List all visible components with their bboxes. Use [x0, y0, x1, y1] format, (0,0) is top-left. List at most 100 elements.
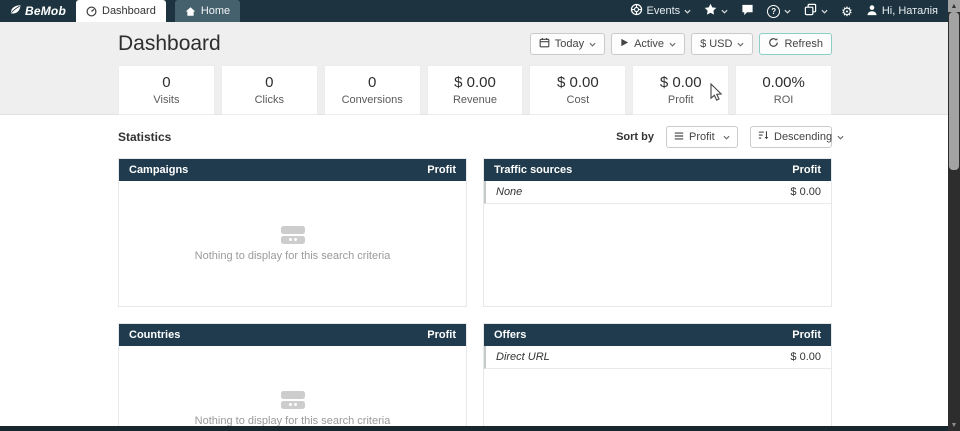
dashboard-hero: Dashboard Today: [0, 22, 960, 115]
chevron-down-icon: [589, 41, 596, 48]
currency-button[interactable]: $ USD: [691, 33, 753, 55]
refresh-button[interactable]: Refresh: [759, 33, 832, 55]
chat-button[interactable]: [741, 3, 754, 19]
panel-value-header: Profit: [427, 329, 456, 341]
metric-card-roi: 0.00% ROI: [735, 65, 832, 115]
panel-header: Countries Profit: [119, 324, 466, 346]
settings-button[interactable]: ⚙: [841, 5, 853, 18]
list-icon: [674, 131, 684, 144]
empty-inbox-icon: [281, 226, 305, 244]
metric-label: Visits: [153, 94, 179, 106]
panel-title: Campaigns: [129, 164, 188, 176]
table-row[interactable]: None $ 0.00: [484, 181, 831, 204]
date-range-button[interactable]: Today: [530, 33, 605, 55]
scroll-down-arrow-icon[interactable]: ▼: [948, 419, 960, 431]
table-row[interactable]: Direct URL $ 0.00: [484, 346, 831, 369]
panel-value-header: Profit: [427, 164, 456, 176]
chevron-down-icon: [684, 8, 691, 15]
refresh-label: Refresh: [784, 38, 823, 50]
user-greeting: Hi, Наталія: [882, 5, 938, 17]
help-menu[interactable]: ?: [767, 5, 791, 18]
panel-header: Traffic sources Profit: [484, 159, 831, 181]
panel-title: Countries: [129, 329, 180, 341]
metric-value: $ 0.00: [454, 74, 496, 91]
currency-label: $ USD: [700, 38, 732, 50]
metric-card-profit: $ 0.00 Profit: [632, 65, 729, 115]
workspaces-menu[interactable]: [804, 3, 828, 19]
chevron-down-icon: [784, 8, 791, 15]
panel-offers: Offers Profit Direct URL $ 0.00: [483, 323, 832, 431]
status-filter-button[interactable]: Active: [611, 33, 685, 55]
vertical-scrollbar[interactable]: ▲ ▼: [948, 0, 960, 431]
events-lifering-icon: [630, 3, 643, 19]
empty-inbox-icon: [281, 391, 305, 409]
chat-bubble-icon: [741, 3, 754, 19]
home-icon: [185, 6, 196, 17]
panel-body: Direct URL $ 0.00: [484, 346, 831, 431]
tab-dashboard[interactable]: Dashboard: [76, 0, 166, 22]
panel-header: Offers Profit: [484, 324, 831, 346]
tab-bar: Dashboard Home: [76, 0, 249, 22]
metric-value: 0: [265, 74, 273, 91]
empty-state-text: Nothing to display for this search crite…: [195, 415, 391, 427]
events-menu[interactable]: Events: [630, 3, 692, 19]
dashboard-controls: Today Active: [530, 33, 832, 55]
refresh-icon: [768, 37, 779, 51]
panel-traffic-sources: Traffic sources Profit None $ 0.00: [483, 158, 832, 307]
sort-by-label: Sort by: [616, 131, 654, 143]
metric-value: $ 0.00: [557, 74, 599, 91]
metric-label: Conversions: [342, 94, 403, 106]
sort-field-value: Profit: [689, 131, 718, 143]
topbar-right: Events ?: [630, 0, 960, 22]
layers-icon: [804, 3, 817, 19]
sort-direction-select[interactable]: Descending: [750, 126, 832, 148]
panel-countries: Countries Profit Nothing to display for …: [118, 323, 467, 431]
panel-value-header: Profit: [792, 164, 821, 176]
sort-controls: Sort by Profit Desce: [616, 126, 832, 148]
chevron-down-icon: [669, 41, 676, 48]
tab-dashboard-label: Dashboard: [102, 5, 156, 17]
user-menu[interactable]: Hi, Наталія: [866, 4, 938, 19]
app-window: BeMob Dashboard Home Events: [0, 0, 960, 431]
play-icon: [620, 38, 629, 50]
chevron-down-icon: [821, 8, 828, 15]
tab-home[interactable]: Home: [175, 0, 240, 22]
empty-state: Nothing to display for this search crite…: [119, 346, 466, 431]
panel-header: Campaigns Profit: [119, 159, 466, 181]
date-range-label: Today: [555, 38, 584, 50]
row-name: Direct URL: [496, 351, 550, 363]
dashboard-gauge-icon: [86, 6, 97, 17]
metric-label: Cost: [567, 94, 590, 106]
metric-card-visits: 0 Visits: [118, 65, 215, 115]
sort-direction-value: Descending: [774, 131, 832, 143]
panel-value-header: Profit: [792, 329, 821, 341]
favorites-menu[interactable]: [704, 3, 728, 19]
panel-title: Traffic sources: [494, 164, 572, 176]
metric-value: 0: [162, 74, 170, 91]
bemob-logo-icon: [9, 3, 22, 19]
sort-field-select[interactable]: Profit: [666, 126, 738, 148]
help-icon: ?: [767, 5, 780, 18]
sort-descending-icon: [758, 130, 769, 144]
events-label: Events: [647, 5, 681, 17]
page-title: Dashboard: [118, 32, 221, 56]
metric-value: $ 0.00: [660, 74, 702, 91]
metric-card-cost: $ 0.00 Cost: [529, 65, 626, 115]
bottom-bar: [0, 426, 948, 431]
user-icon: [866, 4, 878, 19]
chevron-down-icon: [721, 8, 728, 15]
tab-home-label: Home: [201, 5, 230, 17]
statistics-title: Statistics: [118, 130, 171, 144]
metric-label: Profit: [668, 94, 694, 106]
empty-state-text: Nothing to display for this search crite…: [195, 250, 391, 262]
bemob-logo[interactable]: BeMob: [0, 0, 76, 22]
panel-campaigns: Campaigns Profit Nothing to display for …: [118, 158, 467, 307]
scrollbar-thumb[interactable]: [949, 12, 959, 170]
chevron-down-icon: [723, 134, 730, 141]
panel-body: None $ 0.00: [484, 181, 831, 306]
star-icon: [704, 3, 717, 19]
scroll-up-arrow-icon[interactable]: ▲: [948, 0, 960, 12]
metric-card-revenue: $ 0.00 Revenue: [427, 65, 524, 115]
row-name: None: [496, 186, 522, 198]
metric-value: 0: [368, 74, 376, 91]
